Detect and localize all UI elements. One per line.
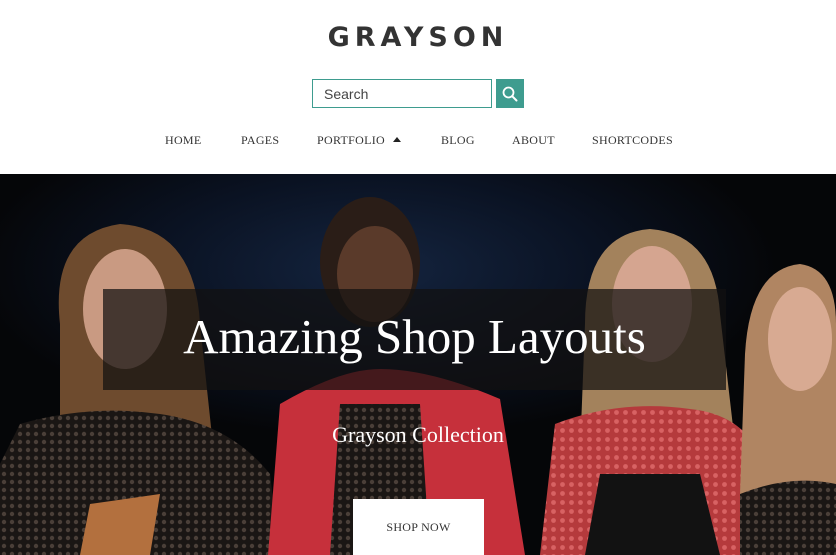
site-logo[interactable]: GRAYSON	[0, 22, 836, 53]
nav-item-about[interactable]: ABOUT	[512, 133, 555, 148]
nav-item-pages[interactable]: PAGES	[241, 133, 279, 148]
nav-item-home[interactable]: HOME	[165, 133, 202, 148]
search-form	[312, 79, 524, 108]
search-button[interactable]	[496, 79, 524, 108]
shop-now-button[interactable]: SHOP NOW	[353, 499, 484, 555]
caret-up-icon	[393, 137, 401, 142]
site-header: GRAYSON HOME PAGES PORTFOLIO BLOG ABOUT …	[0, 0, 836, 174]
nav-item-portfolio-label: PORTFOLIO	[317, 133, 385, 147]
nav-item-portfolio[interactable]: PORTFOLIO	[317, 133, 401, 148]
search-icon	[502, 86, 518, 101]
main-nav: HOME PAGES PORTFOLIO BLOG ABOUT SHORTCOD…	[0, 133, 836, 149]
nav-item-blog[interactable]: BLOG	[441, 133, 475, 148]
nav-item-shortcodes[interactable]: SHORTCODES	[592, 133, 673, 148]
hero-subtitle: Grayson Collection	[332, 422, 504, 447]
hero-banner: Amazing Shop Layouts Grayson Collection …	[0, 174, 836, 555]
hero-title: Amazing Shop Layouts	[183, 309, 646, 364]
search-input[interactable]	[312, 79, 492, 108]
